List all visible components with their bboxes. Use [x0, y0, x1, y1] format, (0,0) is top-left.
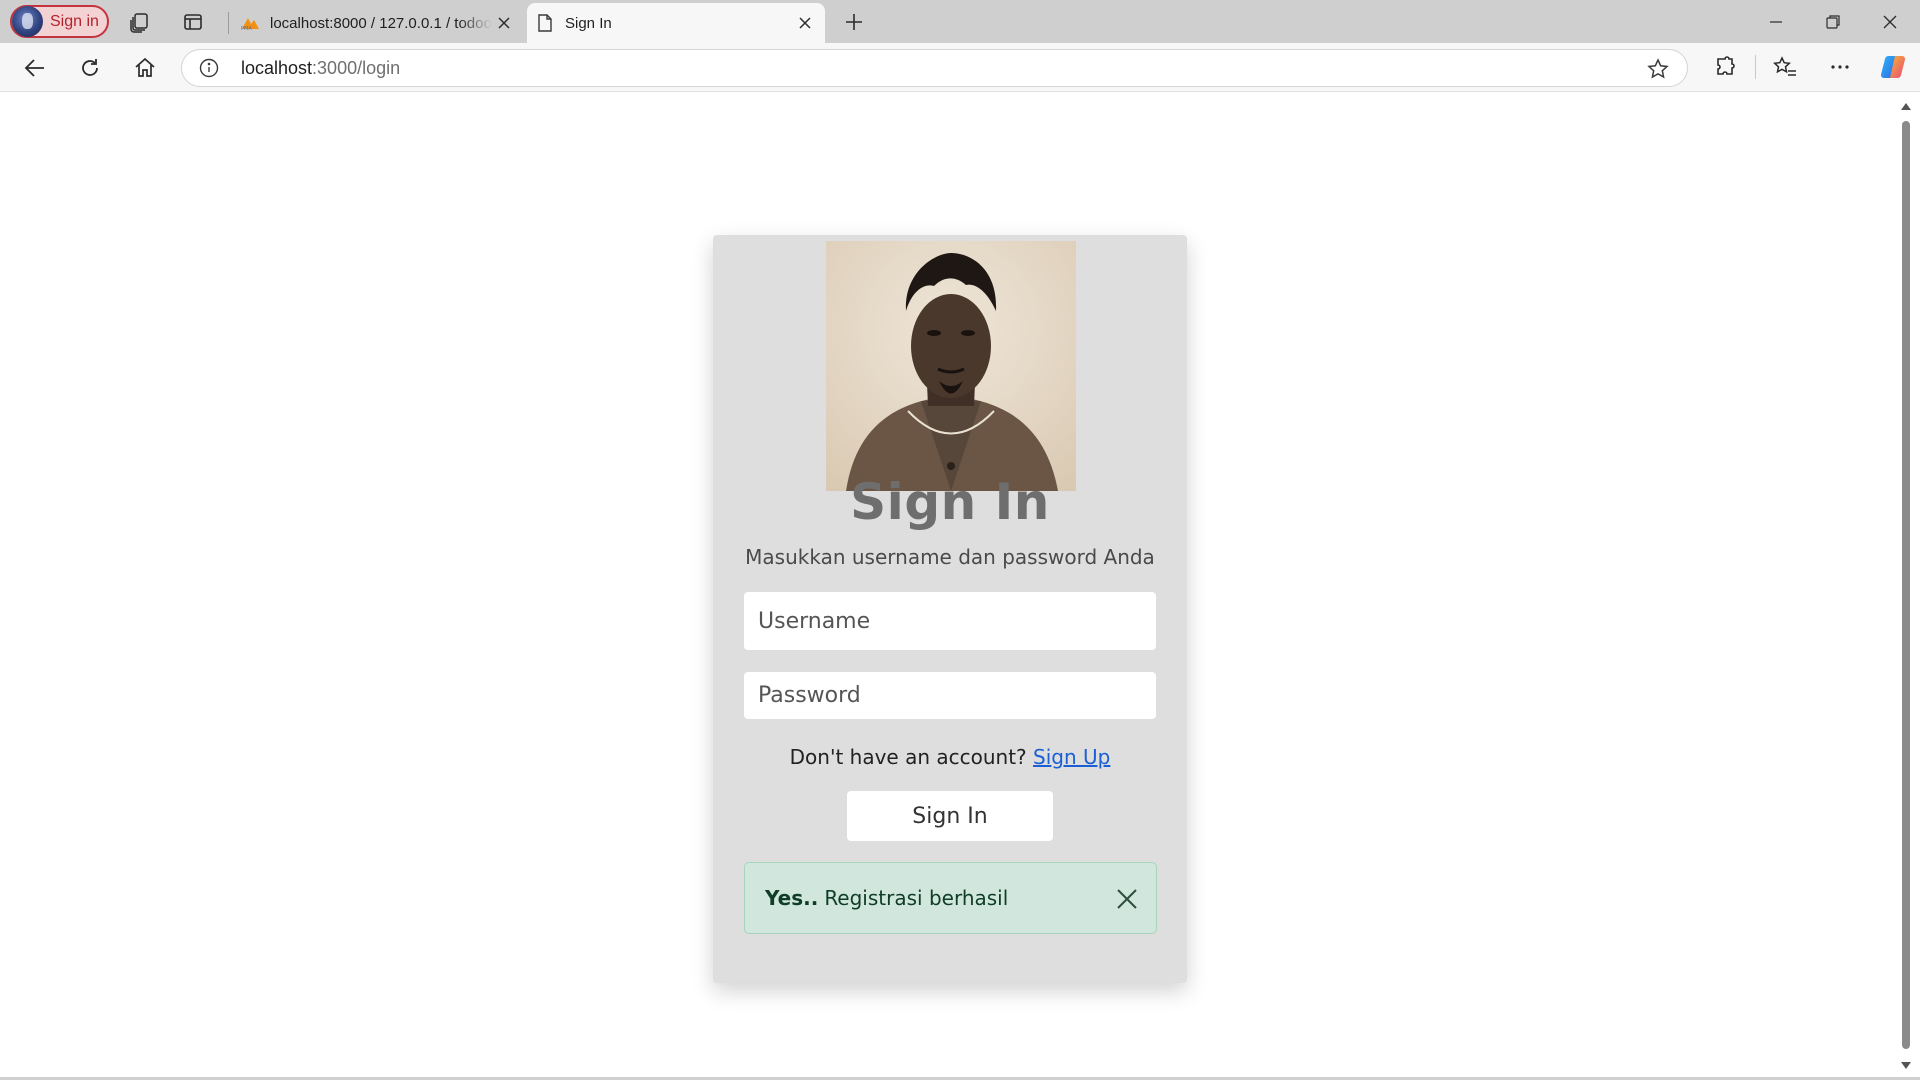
address-bar[interactable]: localhost:3000/login: [181, 49, 1688, 87]
close-icon[interactable]: [793, 11, 817, 35]
window-close-icon[interactable]: [1877, 9, 1903, 35]
scroll-down-icon[interactable]: [1901, 1062, 1911, 1069]
page-icon: [533, 11, 557, 35]
signup-prompt: Don't have an account? Sign Up: [713, 745, 1187, 769]
page-title: Sign In: [850, 473, 1050, 531]
tab-phpmyadmin[interactable]: PMA localhost:8000 / 127.0.0.1 / todoo: [232, 3, 524, 43]
minimize-icon[interactable]: [1763, 9, 1789, 35]
workspaces-icon[interactable]: [127, 9, 153, 35]
signup-prompt-text: Don't have an account?: [789, 745, 1027, 769]
page-subtitle: Masukkan username dan password Anda: [745, 545, 1155, 569]
success-alert: Yes.. Registrasi berhasil: [744, 862, 1157, 934]
restore-icon[interactable]: [1820, 9, 1846, 35]
toolbar-separator: [1755, 55, 1756, 79]
url-path: :3000/login: [312, 57, 401, 78]
tab-sign-in[interactable]: Sign In: [527, 3, 825, 43]
site-info-icon[interactable]: [199, 58, 219, 78]
sign-in-button[interactable]: Sign In: [847, 791, 1053, 841]
close-icon[interactable]: [492, 11, 516, 35]
tab-strip: Sign in PMA localhost:8000 / 127.0.0.1 /…: [0, 0, 1920, 43]
favorite-star-icon[interactable]: [1647, 58, 1669, 85]
profile-label: Sign in: [50, 12, 99, 30]
url-text: localhost:3000/login: [241, 58, 400, 79]
tab-actions-icon[interactable]: [180, 9, 206, 35]
signup-link[interactable]: Sign Up: [1033, 745, 1110, 769]
tab-title: localhost:8000 / 127.0.0.1 / todoo: [270, 14, 492, 32]
profile-portrait: [826, 241, 1076, 491]
avatar: [12, 6, 43, 37]
browser-toolbar: localhost:3000/login: [0, 43, 1920, 92]
alert-strong-text: Yes..: [765, 886, 819, 910]
svg-text:PMA: PMA: [241, 26, 252, 31]
tab-title: Sign In: [565, 14, 612, 32]
new-tab-icon[interactable]: [840, 8, 868, 36]
home-icon[interactable]: [130, 53, 160, 83]
close-icon[interactable]: [1114, 886, 1140, 912]
favorites-icon[interactable]: [1770, 52, 1800, 82]
username-input[interactable]: [744, 592, 1156, 650]
alert-message: Registrasi berhasil: [824, 886, 1009, 910]
phpmyadmin-icon: PMA: [238, 11, 262, 35]
more-options-icon[interactable]: [1825, 52, 1855, 82]
tab-separator: [228, 12, 229, 34]
copilot-icon[interactable]: [1877, 51, 1909, 83]
reload-icon[interactable]: [75, 53, 105, 83]
back-icon[interactable]: [20, 53, 50, 83]
profile-button[interactable]: Sign in: [10, 5, 109, 38]
scroll-thumb[interactable]: [1902, 121, 1910, 1049]
extensions-icon[interactable]: [1710, 52, 1740, 82]
scroll-up-icon[interactable]: [1901, 103, 1911, 110]
login-card: Sign In Masukkan username dan password A…: [713, 235, 1187, 983]
scrollbar[interactable]: [1896, 93, 1916, 1077]
url-host: localhost: [241, 57, 313, 78]
password-input[interactable]: [744, 672, 1156, 719]
